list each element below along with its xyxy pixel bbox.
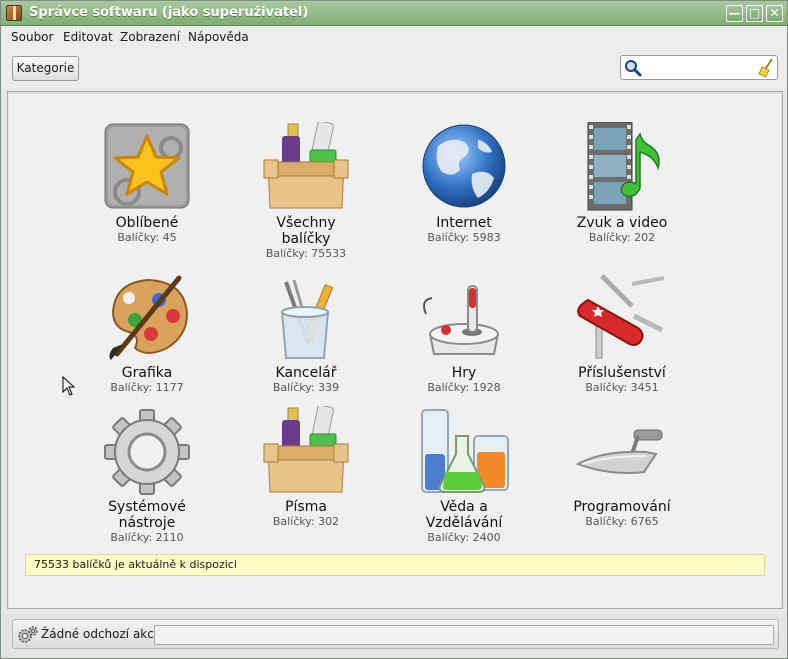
available-packages-info: 75533 balíčků je aktuálně k dispozici [25,554,765,576]
category-count: Balíčky: 2400 [427,531,501,544]
status-bar: Žádné odchozí akce [1,614,787,658]
categories-panel: Oblíbené Balíčky: 45 Všechny balíčky Bal… [7,91,783,609]
category-count: Balíčky: 45 [117,231,177,244]
clear-broom-icon[interactable] [757,58,775,78]
app-icon [6,5,22,21]
category-name: Oblíbené [115,215,179,231]
window-title: Správce softwaru (jako superuživatel) [29,5,309,20]
search-box[interactable] [620,55,778,80]
menu-editovat[interactable]: Editovat [63,30,113,44]
category-name: Písma [285,499,327,515]
category-count: Balíčky: 2110 [110,531,184,544]
joystick-icon [416,272,512,364]
category-name: Věda a Vzdělávání [425,499,503,531]
search-input[interactable] [645,60,753,76]
category-count: Balíčky: 5983 [427,231,501,244]
all-packages-box-icon [258,120,354,214]
menu-zobrazeni[interactable]: Zobrazení [120,30,180,44]
progress-bar [154,625,774,645]
category-button[interactable]: Kategorie [12,56,79,81]
fonts-box-icon [258,404,354,498]
pending-actions-bar[interactable]: Žádné odchozí akce [12,619,779,649]
menu-soubor[interactable]: Soubor [11,30,53,44]
category-name: Všechny balíčky [276,215,336,247]
swiss-knife-icon [574,272,670,364]
film-music-icon [574,121,670,214]
category-hry[interactable]: Hry Balíčky: 1928 [384,272,544,395]
category-count: Balíčky: 1177 [110,381,184,394]
category-count: Balíčky: 302 [272,515,340,528]
flasks-icon [416,406,512,498]
mouse-cursor-icon [62,376,76,396]
pencil-cup-icon [258,272,354,364]
palette-icon [99,272,195,364]
globe-icon [416,122,512,214]
title-bar[interactable]: Správce softwaru (jako superuživatel) — … [1,1,787,26]
category-count: Balíčky: 202 [588,231,656,244]
category-oblibene[interactable]: Oblíbené Balíčky: 45 [67,122,227,245]
category-prislusenstvi[interactable]: Příslušenství Balíčky: 3451 [542,272,702,395]
category-name: Hry [451,365,477,381]
close-button[interactable]: ✕ [766,5,783,22]
toolbar: Kategorie [1,50,787,88]
category-zvuk-a-video[interactable]: Zvuk a video Balíčky: 202 [542,121,702,245]
menu-bar: Soubor Editovat Zobrazení Nápověda [1,26,787,50]
category-name: Programování [573,499,671,515]
trowel-icon [574,406,670,498]
category-count: Balíčky: 1928 [427,381,501,394]
menu-napoveda[interactable]: Nápověda [188,30,249,44]
category-count: Balíčky: 6765 [585,515,659,528]
category-pisma[interactable]: Písma Balíčky: 302 [226,404,386,529]
maximize-button[interactable]: □ [746,5,763,22]
category-kancelar[interactable]: Kancelář Balíčky: 339 [226,272,386,395]
category-programovani[interactable]: Programování Balíčky: 6765 [542,406,702,529]
category-name: Grafika [121,365,173,381]
category-name: Kancelář [275,365,337,381]
category-veda-a-vzdelavani[interactable]: Věda a Vzdělávání Balíčky: 2400 [384,406,544,545]
category-count: Balíčky: 3451 [585,381,659,394]
software-manager-window: Správce softwaru (jako superuživatel) — … [0,0,788,659]
category-name: Příslušenství [578,365,666,381]
minimize-button[interactable]: — [726,5,743,22]
category-count: Balíčky: 75533 [265,247,347,260]
category-name: Zvuk a video [576,215,668,231]
search-icon[interactable] [624,59,642,77]
gears-icon [18,626,38,643]
category-vsechny-balicky[interactable]: Všechny balíčky Balíčky: 75533 [226,120,386,261]
favorites-star-icon [99,122,195,214]
category-grafika[interactable]: Grafika Balíčky: 1177 [67,272,227,395]
category-internet[interactable]: Internet Balíčky: 5983 [384,122,544,245]
category-name: Systémové nástroje [108,499,186,531]
status-text: Žádné odchozí akce [41,627,162,641]
gear-icon [99,406,195,498]
category-systemove-nastroje[interactable]: Systémové nástroje Balíčky: 2110 [67,406,227,545]
category-count: Balíčky: 339 [272,381,340,394]
category-name: Internet [436,215,492,231]
